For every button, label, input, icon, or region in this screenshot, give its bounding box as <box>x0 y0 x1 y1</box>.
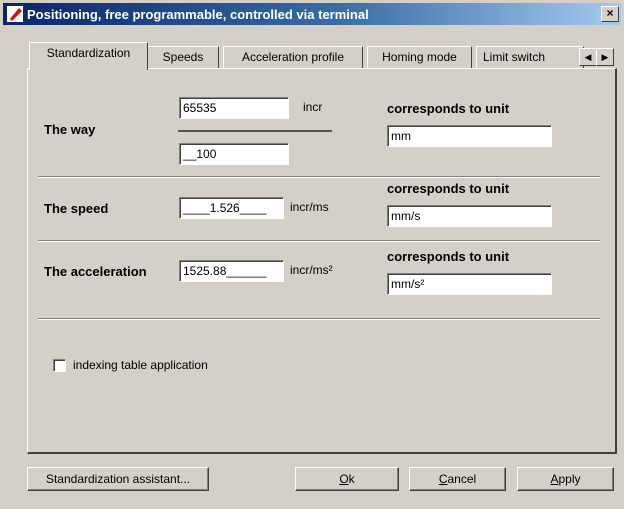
indexing-table-label[interactable]: indexing table application <box>73 358 208 372</box>
way-unit-label: incr <box>303 100 323 114</box>
ok-button[interactable]: Ok <box>295 467 399 491</box>
tab-scroll-left-button[interactable]: ◀ <box>579 48 597 66</box>
apply-button[interactable]: Apply <box>517 467 614 491</box>
separator <box>38 240 600 242</box>
way-corresponds-label: corresponds to unit <box>387 101 510 116</box>
tab-limit-switch[interactable]: Limit switch <box>476 46 584 69</box>
title-bar[interactable]: Positioning, free programmable, controll… <box>3 3 621 25</box>
standardization-panel: The way 65535 incr __100 corresponds to … <box>27 68 617 454</box>
apply-label: Apply <box>550 472 581 486</box>
standardization-assistant-button[interactable]: Standardization assistant... <box>27 467 209 491</box>
tab-homing-mode[interactable]: Homing mode <box>367 46 472 69</box>
way-numerator-field[interactable]: 65535 <box>179 97 289 119</box>
speed-corresponds-label: corresponds to unit <box>387 181 510 196</box>
close-icon: × <box>606 6 614 20</box>
tab-scroll-right-button[interactable]: ▶ <box>596 48 614 66</box>
tab-homing-mode-label: Homing mode <box>382 50 457 64</box>
tab-speeds-label: Speeds <box>162 50 204 64</box>
indexing-table-checkbox[interactable] <box>53 359 66 372</box>
speed-field[interactable]: ____1.526____ <box>179 197 284 219</box>
acceleration-unit-label: incr/ms² <box>290 263 333 277</box>
tab-acceleration-profile[interactable]: Acceleration profile <box>223 46 363 69</box>
acceleration-corresponds-label: corresponds to unit <box>387 249 510 264</box>
speed-label: The speed <box>44 201 109 216</box>
speed-unit-field[interactable]: mm/s <box>387 205 552 227</box>
close-button[interactable]: × <box>601 6 619 22</box>
fraction-line <box>178 130 332 133</box>
window-title: Positioning, free programmable, controll… <box>27 7 369 22</box>
arrow-left-icon: ◀ <box>584 52 592 62</box>
acceleration-unit-field[interactable]: mm/s² <box>387 273 552 295</box>
way-label: The way <box>44 122 96 137</box>
speed-unit-label: incr/ms <box>290 200 329 214</box>
acceleration-label: The acceleration <box>44 264 147 279</box>
dialog-window: Positioning, free programmable, controll… <box>0 0 624 509</box>
separator <box>38 318 600 320</box>
tab-standardization-label: Standardization <box>46 46 131 60</box>
tab-standardization[interactable]: Standardization <box>29 42 148 70</box>
cancel-button[interactable]: Cancel <box>409 467 506 491</box>
standardization-assistant-label: Standardization assistant... <box>45 472 191 486</box>
cancel-label: Cancel <box>438 472 477 486</box>
ok-label: Ok <box>339 472 355 486</box>
tab-speeds[interactable]: Speeds <box>147 46 219 69</box>
way-denominator-field[interactable]: __100 <box>179 143 289 165</box>
acceleration-field[interactable]: 1525.88______ <box>179 260 284 282</box>
tab-limit-switch-label: Limit switch <box>483 50 546 64</box>
separator <box>38 176 600 178</box>
tab-acceleration-profile-label: Acceleration profile <box>241 50 345 64</box>
way-unit-field[interactable]: mm <box>387 125 552 147</box>
arrow-right-icon: ▶ <box>601 52 609 62</box>
positioning-app-icon <box>7 6 23 22</box>
